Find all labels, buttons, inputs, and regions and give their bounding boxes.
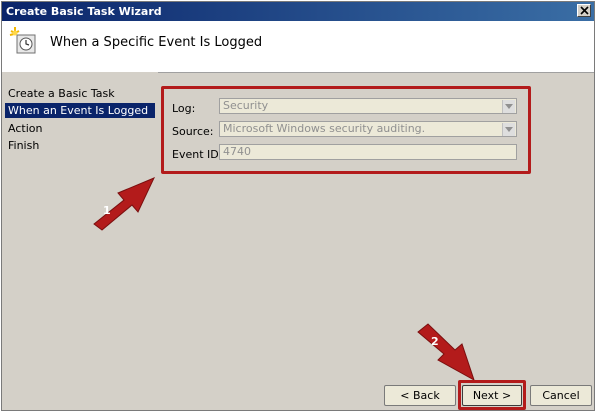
back-button[interactable]: < Back [384, 385, 456, 406]
title-bar: Create Basic Task Wizard [2, 2, 594, 21]
sidebar-item-action[interactable]: Action [5, 121, 155, 136]
annotation-highlight-fields [161, 86, 531, 174]
close-button[interactable] [577, 4, 591, 17]
wizard-steps-sidebar: Create a Basic Task When an Event Is Log… [2, 72, 158, 408]
annotation-arrow-2-number: 2 [431, 335, 439, 348]
window-title: Create Basic Task Wizard [6, 5, 162, 18]
annotation-arrow-1-number: 1 [103, 204, 111, 217]
sidebar-item-label: Action [8, 122, 43, 135]
wizard-header: When a Specific Event Is Logged [2, 21, 594, 73]
annotation-arrow-2-icon [417, 323, 475, 382]
page-title: When a Specific Event Is Logged [50, 35, 263, 50]
sidebar-item-create-basic-task[interactable]: Create a Basic Task [5, 86, 155, 101]
sidebar-item-label: Create a Basic Task [8, 87, 115, 100]
next-button[interactable]: Next > [462, 385, 522, 406]
wizard-window: Create Basic Task Wizard When a Specific… [1, 1, 595, 411]
sidebar-item-label: Finish [8, 139, 40, 152]
close-icon [580, 6, 589, 15]
cancel-button[interactable]: Cancel [530, 385, 592, 406]
task-clock-icon [9, 27, 36, 54]
sidebar-item-when-event-logged[interactable]: When an Event Is Logged [5, 103, 155, 118]
sidebar-item-finish[interactable]: Finish [5, 138, 155, 153]
annotation-arrow-1-icon [93, 177, 156, 231]
sidebar-item-label: When an Event Is Logged [8, 104, 149, 117]
